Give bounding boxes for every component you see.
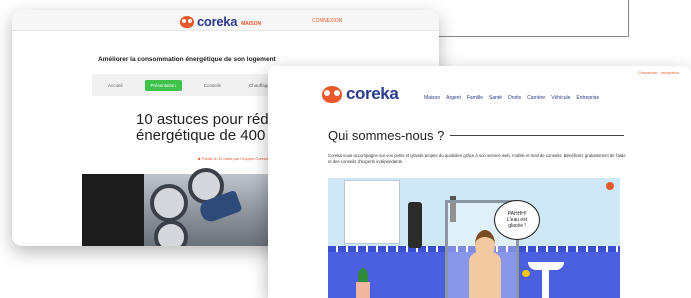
divider-vertical (628, 0, 629, 36)
speech-bubble: PAHHH! L'eau est glacée ! (494, 200, 540, 240)
nav-item-entreprise[interactable]: Entreprise (576, 95, 599, 101)
article-photo (82, 168, 272, 246)
tab-presentation[interactable]: Présentation (144, 79, 182, 91)
coreka-logo[interactable]: coreka (322, 84, 399, 104)
plant-pot (356, 282, 370, 298)
nav-item-vehicule[interactable]: Véhicule (551, 95, 570, 101)
person-head (475, 230, 495, 259)
intro-paragraph: Coreka vous accompagne sur vos petits et… (328, 153, 626, 164)
header-bar: coreka MAISON CONNEXION (12, 10, 439, 31)
nav-item-sante[interactable]: Santé (489, 95, 502, 101)
photo-dark-panel (82, 174, 144, 246)
title-rule (450, 135, 624, 136)
sink-illustration (528, 262, 564, 270)
divider-horizontal (432, 36, 629, 37)
window-illustration (344, 180, 400, 244)
owl-badge-icon (606, 182, 614, 190)
main-nav: Maison Argent Famille Santé Droits Carri… (424, 95, 599, 101)
water-heater-illustration (408, 202, 422, 248)
coreka-logo[interactable]: coreka MAISON (180, 14, 261, 29)
logo-text: coreka (197, 14, 238, 29)
sink-pedestal (542, 270, 549, 298)
tab-accueil[interactable]: Accueil (102, 80, 129, 91)
washing-machine-drum (154, 220, 188, 246)
top-links[interactable]: Connexion · Inscription (638, 70, 679, 75)
washing-machine-drum (150, 184, 188, 222)
nav-item-argent[interactable]: Argent (446, 95, 461, 101)
bathroom-illustration: PAHHH! L'eau est glacée ! (328, 178, 620, 298)
section-title-row: Qui sommes-nous ? (328, 128, 624, 143)
nav-item-maison[interactable]: Maison (424, 95, 440, 101)
logo-text: coreka (346, 84, 399, 103)
page-title: Qui sommes-nous ? (328, 128, 445, 143)
rubber-duck-icon (522, 270, 530, 277)
page-heading: Améliorer la consommation énergétique de… (98, 56, 276, 63)
nav-item-droits[interactable]: Droits (508, 95, 521, 101)
logo-subtitle: MAISON (241, 20, 262, 27)
browser-window-front[interactable]: Connexion · Inscription coreka Maison Ar… (268, 66, 691, 298)
owl-logo-icon (180, 15, 194, 28)
article-meta: ■ Publié le 12 mars par l'équipe Coreka (198, 156, 269, 161)
header-link[interactable]: CONNEXION (312, 18, 342, 24)
owl-logo-icon (322, 85, 342, 103)
nav-item-carriere[interactable]: Carrière (527, 95, 545, 101)
laundromat-photo (144, 168, 272, 246)
tab-conseils[interactable]: Conseils (198, 80, 227, 91)
bubble-line3: glacée ! (508, 223, 526, 229)
nav-item-famille[interactable]: Famille (467, 95, 483, 101)
